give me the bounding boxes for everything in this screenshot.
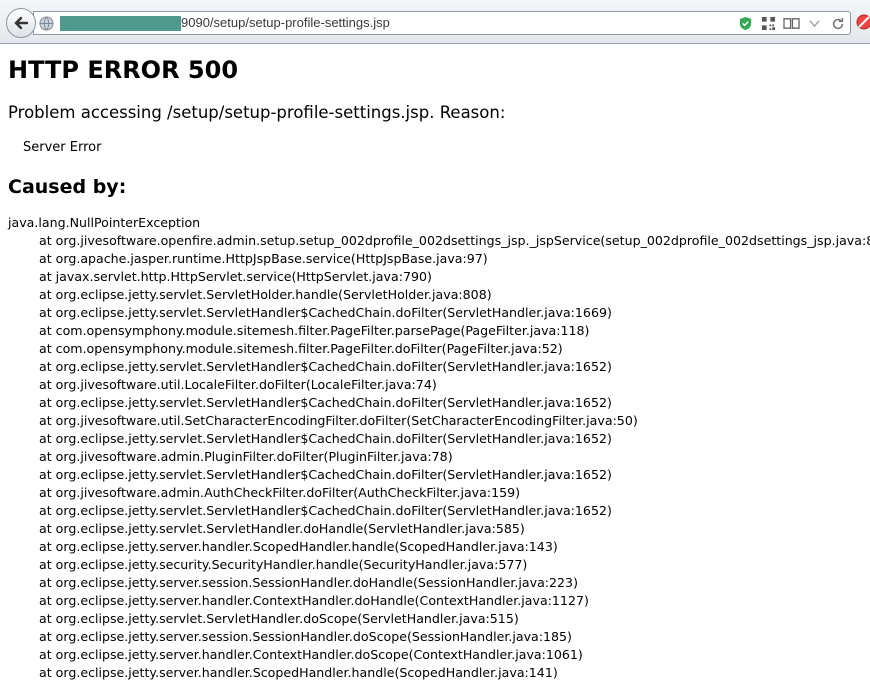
stack-trace: java.lang.NullPointerException at org.ji… [8, 214, 870, 682]
extension-icon[interactable] [856, 14, 870, 30]
error-reason: Problem accessing /setup/setup-profile-s… [8, 103, 506, 122]
stack-frame: at org.eclipse.jetty.server.session.Sess… [39, 629, 572, 644]
stack-frame: at org.eclipse.jetty.servlet.ServletHand… [39, 521, 525, 536]
page-title: HTTP ERROR 500 [8, 56, 239, 84]
stack-frame: at org.eclipse.jetty.server.session.Sess… [39, 575, 578, 590]
error-page: HTTP ERROR 500 Problem accessing /setup/… [8, 44, 870, 682]
stack-frame: at org.eclipse.jetty.server.handler.Cont… [39, 647, 583, 662]
stack-frame: at org.eclipse.jetty.servlet.ServletHand… [39, 611, 519, 626]
stack-frame: at org.apache.jasper.runtime.HttpJspBase… [39, 251, 488, 266]
url-text: 9090/setup/setup-profile-settings.jsp [181, 15, 390, 30]
stack-frame: at org.eclipse.jetty.servlet.ServletHand… [39, 431, 612, 446]
reader-mode-icon[interactable] [783, 15, 800, 32]
globe-icon [39, 16, 54, 31]
stack-frame: at org.eclipse.jetty.servlet.ServletHand… [39, 395, 612, 410]
stack-frame: at org.jivesoftware.util.LocaleFilter.do… [39, 377, 437, 392]
stack-frame: at org.eclipse.jetty.security.SecurityHa… [39, 557, 528, 572]
dropdown-arrow-icon[interactable] [806, 15, 823, 32]
server-error-text: Server Error [23, 140, 102, 155]
stack-frame: at org.jivesoftware.util.SetCharacterEnc… [39, 413, 638, 428]
stack-frame: at javax.servlet.http.HttpServlet.servic… [39, 269, 432, 284]
exception-line: java.lang.NullPointerException [8, 215, 201, 230]
browser-toolbar: 9090/setup/setup-profile-settings.jsp [0, 0, 870, 44]
url-redaction [60, 16, 181, 31]
stack-frames: at org.jivesoftware.openfire.admin.setup… [8, 232, 870, 682]
stack-frame: at org.eclipse.jetty.servlet.ServletHand… [39, 359, 612, 374]
stack-frame: at org.eclipse.jetty.servlet.ServletHold… [39, 287, 492, 302]
shield-icon[interactable] [737, 15, 754, 32]
qr-code-icon[interactable] [760, 15, 777, 32]
stack-frame: at org.eclipse.jetty.server.handler.Scop… [39, 539, 558, 554]
stack-frame: at org.jivesoftware.admin.AuthCheckFilte… [39, 485, 521, 500]
stack-frame: at org.eclipse.jetty.servlet.ServletHand… [39, 503, 612, 518]
stack-frame: at com.opensymphony.module.sitemesh.filt… [39, 341, 563, 356]
stack-frame: at com.opensymphony.module.sitemesh.filt… [39, 323, 590, 338]
stack-frame: at org.eclipse.jetty.servlet.ServletHand… [39, 305, 612, 320]
stack-frame: at org.eclipse.jetty.servlet.ServletHand… [39, 467, 612, 482]
stack-frame: at org.eclipse.jetty.server.handler.Cont… [39, 593, 589, 608]
address-bar[interactable]: 9090/setup/setup-profile-settings.jsp [33, 11, 851, 35]
back-arrow-icon [14, 16, 29, 30]
stack-frame: at org.eclipse.jetty.server.handler.Scop… [39, 665, 558, 680]
back-button[interactable] [6, 8, 36, 38]
reload-icon[interactable] [829, 15, 846, 32]
caused-by-heading: Caused by: [8, 176, 127, 198]
stack-frame: at org.jivesoftware.openfire.admin.setup… [39, 233, 870, 248]
stack-frame: at org.jivesoftware.admin.PluginFilter.d… [39, 449, 453, 464]
